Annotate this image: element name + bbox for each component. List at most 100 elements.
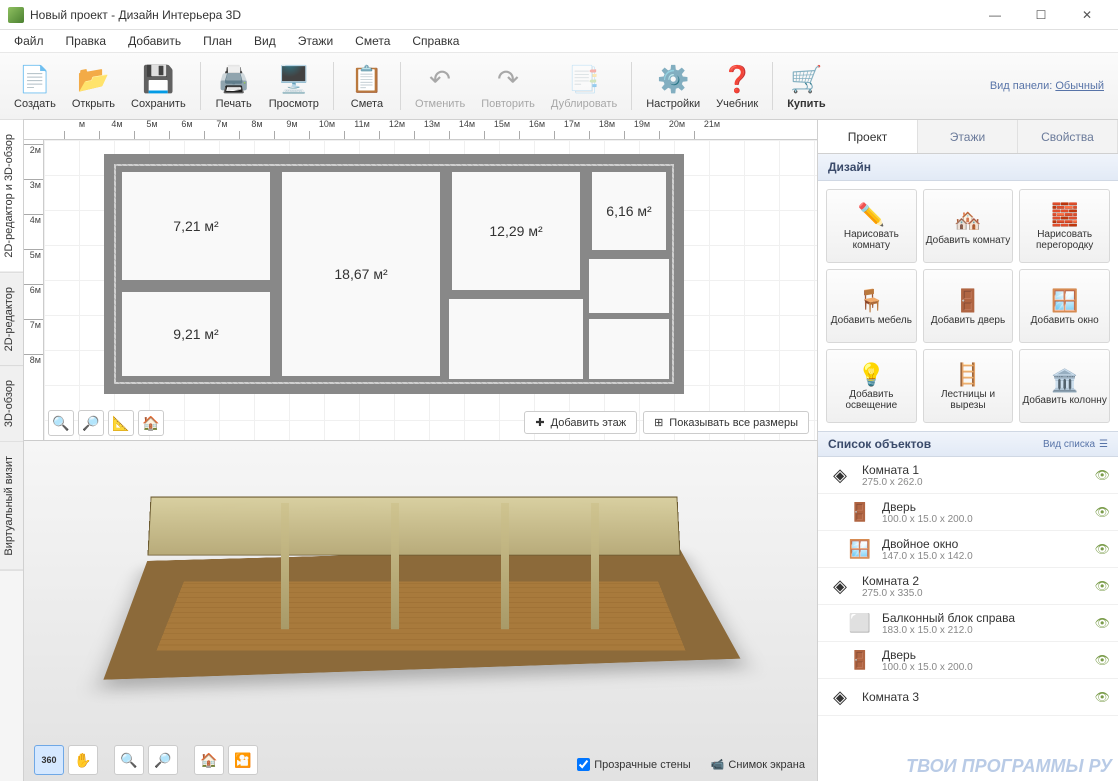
visibility-toggle[interactable]: 👁	[1095, 653, 1110, 667]
floor-plan[interactable]: 7,21 м² 9,21 м² 18,67 м² 12,29 м² 6,16 м…	[104, 154, 684, 394]
room-2[interactable]: 9,21 м²	[116, 286, 276, 382]
camera-3d-button[interactable]: 🎦	[228, 745, 258, 775]
list-item[interactable]: ◈ Комната 2 275.0 x 335.0 👁	[818, 568, 1118, 605]
zoom-out-3d-button[interactable]: 🔍	[114, 745, 144, 775]
list-item[interactable]: 🚪 Дверь 100.0 x 15.0 x 200.0 👁	[818, 494, 1118, 531]
tab-3d-view[interactable]: 3D-обзор	[0, 366, 23, 442]
add-door-button[interactable]: 🚪Добавить дверь	[923, 269, 1014, 343]
create-button[interactable]: 📄Создать	[6, 56, 64, 116]
list-item[interactable]: 🪟 Двойное окно 147.0 x 15.0 x 142.0 👁	[818, 531, 1118, 568]
new-doc-icon: 📄	[18, 62, 52, 96]
draw-partition-button[interactable]: 🧱Нарисовать перегородку	[1019, 189, 1110, 263]
room-7[interactable]	[586, 316, 672, 382]
buy-button[interactable]: 🛒Купить	[779, 56, 833, 116]
measure-tool[interactable]: 📐	[108, 410, 134, 436]
save-button[interactable]: 💾Сохранить	[123, 56, 194, 116]
menu-floors[interactable]: Этажи	[288, 32, 343, 50]
home-button[interactable]: 🏠	[138, 410, 164, 436]
screenshot-button[interactable]: 📹 Снимок экрана	[711, 758, 805, 771]
list-item[interactable]: ◈ Комната 1 275.0 x 262.0 👁	[818, 457, 1118, 494]
draw-room-button[interactable]: ✏️Нарисовать комнату	[826, 189, 917, 263]
pan-button[interactable]: ✋	[68, 745, 98, 775]
maximize-button[interactable]: ☐	[1018, 0, 1064, 30]
door-icon: 🚪	[846, 646, 874, 674]
room-add-icon: 🏘️	[954, 207, 981, 235]
add-furniture-button[interactable]: 🪑Добавить мебель	[826, 269, 917, 343]
stairs-cutouts-button[interactable]: 🪜Лестницы и вырезы	[923, 349, 1014, 423]
room-4[interactable]: 12,29 м²	[446, 166, 586, 296]
add-column-button[interactable]: 🏛️Добавить колонну	[1019, 349, 1110, 423]
list-item[interactable]: ⬜ Балконный блок справа 183.0 x 15.0 x 2…	[818, 605, 1118, 642]
tutorial-button[interactable]: ❓Учебник	[708, 56, 766, 116]
tab-2d-3d-combined[interactable]: 2D-редактор и 3D-обзор	[0, 120, 23, 273]
menu-file[interactable]: Файл	[4, 32, 54, 50]
transparent-walls-checkbox[interactable]: Прозрачные стены	[577, 758, 690, 771]
undo-button[interactable]: ↶Отменить	[407, 56, 473, 116]
room-1[interactable]: 7,21 м²	[116, 166, 276, 286]
menu-estimate[interactable]: Смета	[345, 32, 400, 50]
object-name: Дверь	[882, 500, 1095, 514]
window-title: Новый проект - Дизайн Интерьера 3D	[30, 8, 972, 22]
visibility-toggle[interactable]: 👁	[1095, 579, 1110, 593]
menu-plan[interactable]: План	[193, 32, 242, 50]
list-item[interactable]: ◈ Комната 3 👁	[818, 679, 1118, 716]
printer-icon: 🖨️	[217, 62, 251, 96]
room-3[interactable]: 18,67 м²	[276, 166, 446, 382]
zoom-out-button[interactable]: 🔍	[48, 410, 74, 436]
room-5[interactable]: 6,16 м²	[586, 166, 672, 256]
bulb-icon: 💡	[858, 361, 885, 389]
room-8[interactable]	[446, 296, 586, 382]
menu-edit[interactable]: Правка	[56, 32, 117, 50]
add-window-button[interactable]: 🪟Добавить окно	[1019, 269, 1110, 343]
door-icon: 🚪	[954, 287, 981, 315]
room-6[interactable]	[586, 256, 672, 316]
menu-view[interactable]: Вид	[244, 32, 286, 50]
object-list: ◈ Комната 1 275.0 x 262.0 👁🚪 Дверь 100.0…	[818, 457, 1118, 781]
view-3d-canvas[interactable]: 360 ✋ 🔍 🔎 🏠 🎦 Прозрачные стены 📹 Снимок …	[24, 440, 817, 781]
menu-bar: Файл Правка Добавить План Вид Этажи Смет…	[0, 30, 1118, 52]
visibility-toggle[interactable]: 👁	[1095, 616, 1110, 630]
layers-icon: ✚	[535, 416, 544, 429]
add-light-button[interactable]: 💡Добавить освещение	[826, 349, 917, 423]
preview-button[interactable]: 🖥️Просмотр	[261, 56, 327, 116]
copy-icon: 📑	[567, 62, 601, 96]
zoom-in-3d-button[interactable]: 🔎	[148, 745, 178, 775]
list-icon: ☰	[1099, 439, 1108, 450]
visibility-toggle[interactable]: 👁	[1095, 690, 1110, 704]
object-dimensions: 147.0 x 15.0 x 142.0	[882, 551, 1095, 562]
object-dimensions: 275.0 x 335.0	[862, 588, 1095, 599]
close-button[interactable]: ✕	[1064, 0, 1110, 30]
redo-button[interactable]: ↷Повторить	[473, 56, 543, 116]
print-button[interactable]: 🖨️Печать	[207, 56, 261, 116]
zoom-in-button[interactable]: 🔎	[78, 410, 104, 436]
list-item[interactable]: 🚪 Дверь 100.0 x 15.0 x 200.0 👁	[818, 642, 1118, 679]
orbit-360-button[interactable]: 360	[34, 745, 64, 775]
home-3d-button[interactable]: 🏠	[194, 745, 224, 775]
visibility-toggle[interactable]: 👁	[1095, 505, 1110, 519]
show-dimensions-button[interactable]: ⊞Показывать все размеры	[643, 411, 809, 434]
minimize-button[interactable]: —	[972, 0, 1018, 30]
visibility-toggle[interactable]: 👁	[1095, 542, 1110, 556]
panel-mode-link[interactable]: Обычный	[1055, 80, 1104, 92]
menu-help[interactable]: Справка	[402, 32, 469, 50]
settings-button[interactable]: ⚙️Настройки	[638, 56, 708, 116]
duplicate-button[interactable]: 📑Дублировать	[543, 56, 625, 116]
tab-properties[interactable]: Свойства	[1018, 120, 1118, 153]
tab-project[interactable]: Проект	[818, 120, 918, 153]
add-room-button[interactable]: 🏘️Добавить комнату	[923, 189, 1014, 263]
estimate-button[interactable]: 📋Смета	[340, 56, 394, 116]
tab-2d-editor[interactable]: 2D-редактор	[0, 273, 23, 366]
tab-floors[interactable]: Этажи	[918, 120, 1018, 153]
add-floor-button[interactable]: ✚Добавить этаж	[524, 411, 637, 434]
visibility-toggle[interactable]: 👁	[1095, 468, 1110, 482]
object-dimensions: 183.0 x 15.0 x 212.0	[882, 625, 1095, 636]
undo-icon: ↶	[423, 62, 457, 96]
list-view-mode[interactable]: Вид списка ☰	[1043, 439, 1108, 450]
object-name: Балконный блок справа	[882, 611, 1095, 625]
open-button[interactable]: 📂Открыть	[64, 56, 123, 116]
object-list-header: Список объектов	[828, 437, 931, 451]
menu-add[interactable]: Добавить	[118, 32, 191, 50]
door-icon: 🚪	[846, 498, 874, 526]
tab-virtual-visit[interactable]: Виртуальный визит	[0, 442, 23, 571]
plan-canvas-2d[interactable]: 7,21 м² 9,21 м² 18,67 м² 12,29 м² 6,16 м…	[44, 140, 817, 440]
